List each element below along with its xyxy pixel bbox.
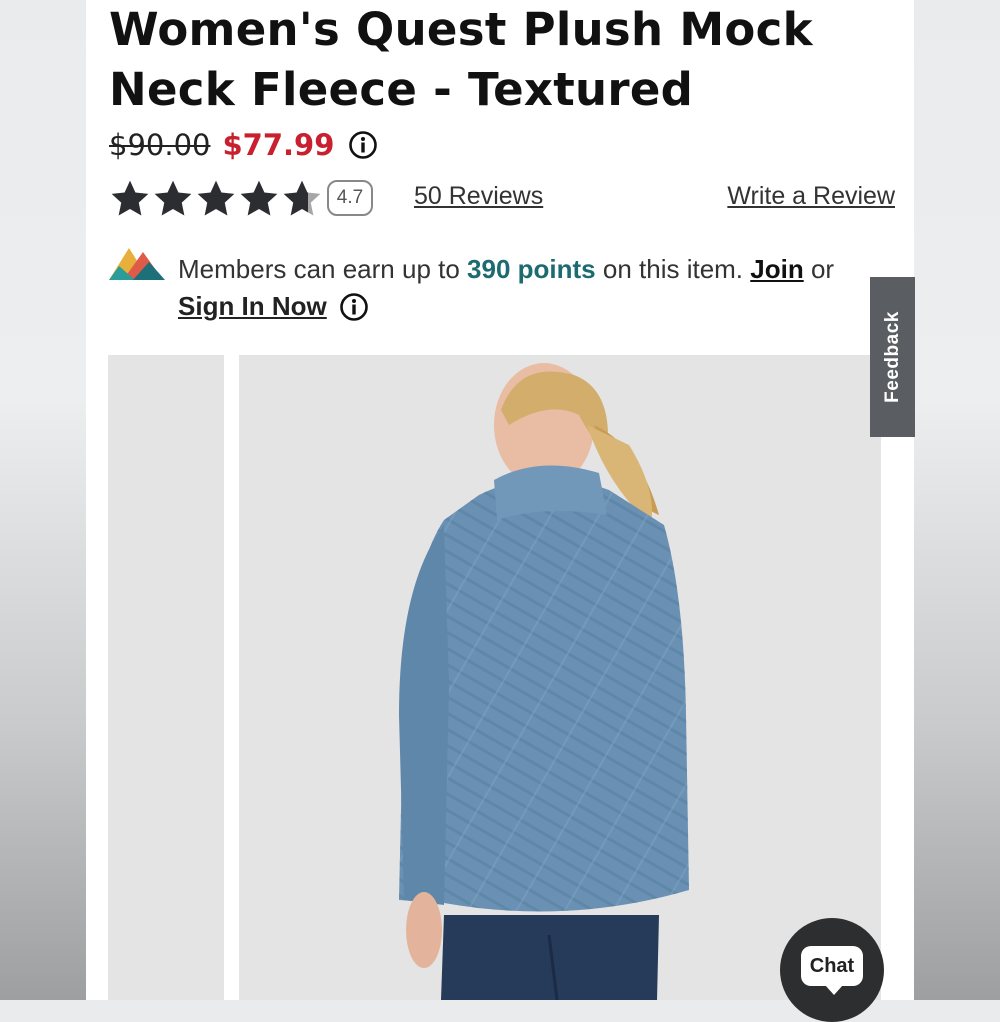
image-thumbnail[interactable] — [108, 355, 224, 1000]
rating-row: 4.7 50 Reviews Write a Review — [109, 178, 895, 220]
reviews-link[interactable]: 50 Reviews — [414, 182, 543, 211]
feedback-tab[interactable]: Feedback — [870, 277, 915, 437]
info-icon[interactable] — [339, 292, 369, 322]
product-image[interactable] — [239, 355, 881, 1000]
mountain-logo-icon — [109, 248, 165, 280]
member-signin-row: Sign In Now — [178, 291, 369, 322]
star-icon — [240, 180, 278, 216]
product-page: Women's Quest Plush Mock Neck Fleece - T… — [86, 0, 914, 1000]
star-icon — [111, 180, 149, 216]
star-icon — [283, 180, 321, 216]
chat-button[interactable]: Chat — [780, 918, 884, 1022]
points-amount: 390 points — [467, 254, 596, 284]
sale-price: $77.99 — [222, 128, 335, 162]
product-photo-illustration — [399, 363, 689, 1000]
original-price: $90.00 — [109, 128, 211, 162]
star-rating[interactable] — [109, 178, 324, 220]
join-link[interactable]: Join — [750, 254, 803, 284]
star-icon — [197, 180, 235, 216]
price-row: $90.00 $77.99 — [109, 124, 378, 166]
rating-value-badge: 4.7 — [327, 180, 373, 216]
chat-bubble-icon: Chat — [801, 946, 863, 995]
star-icon — [154, 180, 192, 216]
feedback-label: Feedback — [881, 311, 903, 403]
info-icon[interactable] — [348, 130, 378, 160]
write-review-link[interactable]: Write a Review — [727, 182, 895, 211]
member-points-text: Members can earn up to 390 points on thi… — [178, 254, 835, 284]
sign-in-link[interactable]: Sign In Now — [178, 291, 327, 322]
product-title: Women's Quest Plush Mock Neck Fleece - T… — [109, 3, 813, 116]
